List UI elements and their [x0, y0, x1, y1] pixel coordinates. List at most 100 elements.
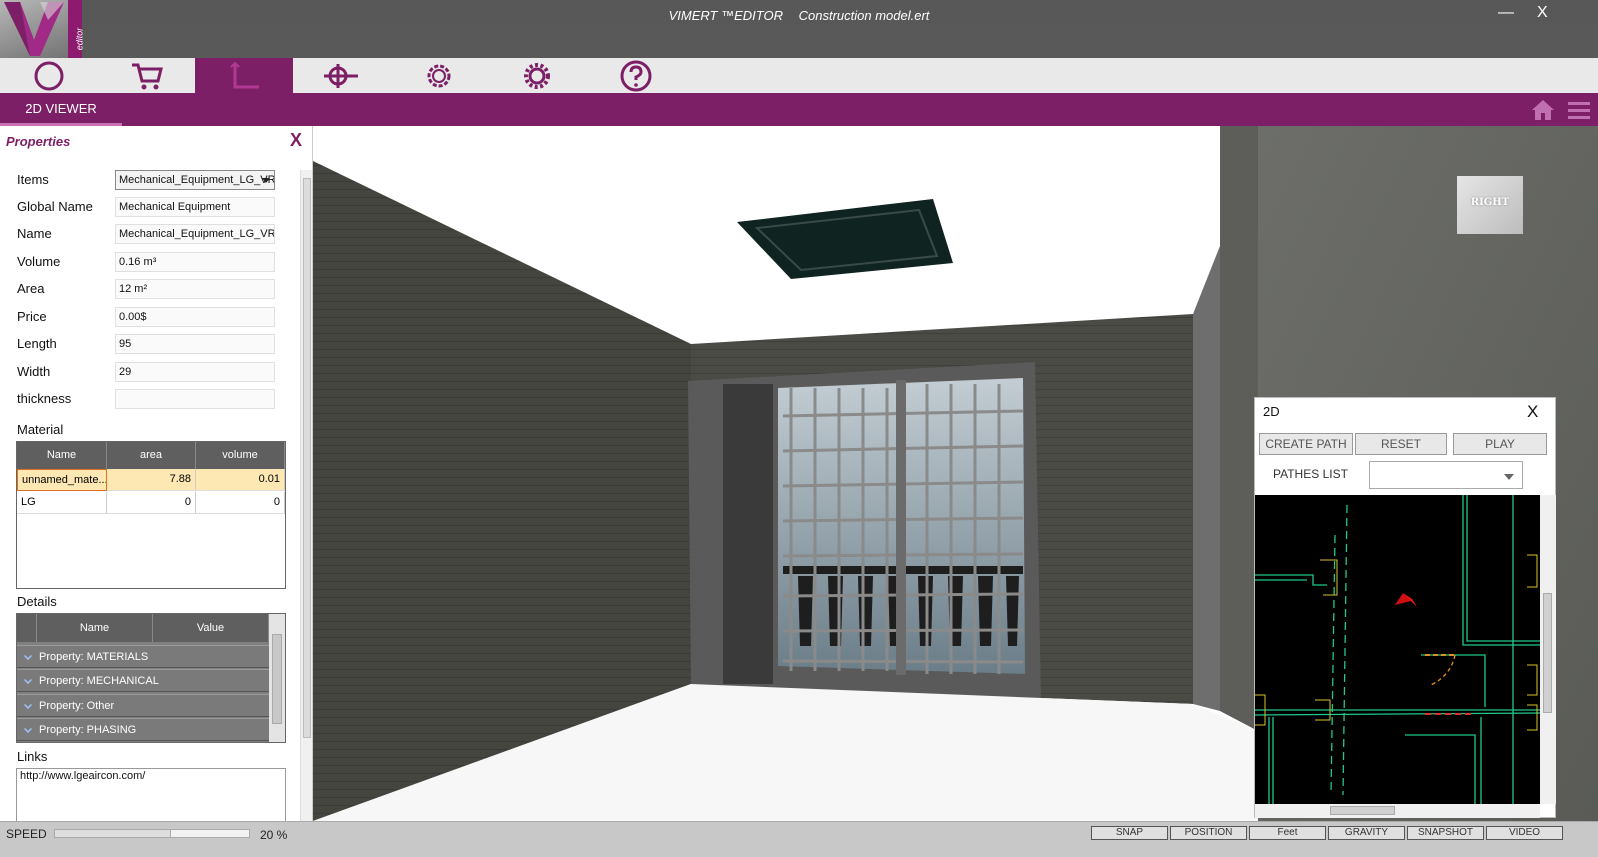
details-col-spacer [17, 614, 37, 642]
table-row[interactable]: unnamed_mate... 7.88 0.01 [17, 469, 285, 491]
floor-plan-map[interactable] [1255, 495, 1540, 804]
map-vertical-scrollbar[interactable] [1540, 495, 1556, 804]
right-wall-edge [1193, 246, 1220, 711]
details-group-label: Property: MATERIALS [39, 651, 149, 663]
app-window: VIMERT ™EDITOR Construction model.ert ― … [0, 0, 1598, 857]
gravity-toggle[interactable]: GRAVITY [1328, 826, 1405, 840]
logo-text: editor [74, 27, 85, 51]
position-toggle[interactable]: POSITION [1170, 826, 1247, 840]
properties-panel: Properties X Items Mechanical_Equipment_… [0, 126, 313, 841]
floor-plan-drawing [1255, 495, 1540, 804]
help-tool[interactable] [587, 58, 685, 93]
thickness-field[interactable] [115, 389, 275, 409]
name-field[interactable]: Mechanical_Equipment_LG_VRF [115, 224, 275, 244]
items-dropdown-value: Mechanical_Equipment_LG_VRF [119, 174, 275, 186]
list-item[interactable]: Property: PHASING [17, 718, 269, 741]
material-col-area[interactable]: area [107, 442, 196, 469]
list-item[interactable]: Property: MECHANICAL [17, 669, 269, 692]
home-circle-tool[interactable] [0, 58, 98, 93]
details-col-name[interactable]: Name [37, 614, 153, 642]
close-window-button[interactable]: X [1537, 4, 1548, 22]
material-area-cell: 0 [107, 492, 196, 514]
chevron-down-icon [24, 652, 32, 660]
properties-scrollbar[interactable] [300, 170, 312, 835]
settings-tool[interactable] [488, 58, 586, 93]
table-row[interactable]: LG 0 0 [17, 492, 285, 514]
material-col-name[interactable]: Name [17, 442, 107, 469]
width-field[interactable]: 29 [115, 362, 275, 382]
reset-button[interactable]: RESET [1355, 433, 1447, 455]
volume-field[interactable]: 0.16 m³ [115, 252, 275, 272]
2d-panel-title: 2D [1263, 404, 1280, 419]
details-scrollbar[interactable] [269, 614, 285, 742]
list-item[interactable]: Property: MATERIALS [17, 645, 269, 668]
video-button[interactable]: VIDEO [1486, 826, 1563, 840]
prop-area-row: Area 12 m² [17, 279, 279, 299]
dimensions-tool[interactable] [195, 58, 293, 93]
properties-close-button[interactable]: X [290, 130, 302, 151]
details-group-label: Property: MECHANICAL [39, 675, 159, 687]
list-item[interactable]: Property: Other [17, 694, 269, 717]
details-label: Details [17, 594, 57, 609]
scroll-thumb[interactable] [1330, 806, 1395, 815]
cart-tool[interactable] [98, 58, 196, 93]
details-col-value[interactable]: Value [153, 614, 269, 642]
links-label: Links [17, 749, 48, 764]
cart-icon [132, 63, 163, 89]
speed-value: 20 % [260, 828, 288, 842]
scroll-thumb[interactable] [272, 634, 282, 724]
map-horizontal-scrollbar[interactable] [1255, 804, 1540, 818]
prop-length-row: Length 95 [17, 334, 279, 354]
items-dropdown[interactable]: Mechanical_Equipment_LG_VRF [115, 170, 275, 190]
axis-dimensions-icon [230, 61, 259, 88]
prop-width-row: Width 29 [17, 362, 279, 382]
details-group-label: Property: Other [39, 700, 115, 712]
units-toggle[interactable]: Feet [1249, 826, 1326, 840]
2d-panel-close-button[interactable]: X [1527, 402, 1538, 422]
tab-2d-viewer[interactable]: 2D VIEWER [0, 93, 122, 126]
file-name: Construction model.ert [798, 8, 930, 23]
play-button[interactable]: PLAY [1453, 433, 1547, 455]
price-field[interactable]: 0.00$ [115, 307, 275, 327]
length-field[interactable]: 95 [115, 334, 275, 354]
material-volume-cell: 0.01 [196, 469, 285, 491]
pathes-list-dropdown[interactable] [1369, 461, 1523, 489]
view-cube[interactable]: RIGHT [1457, 176, 1523, 234]
prop-price-row: Price 0.00$ [17, 307, 279, 327]
snapshot-button[interactable]: SNAPSHOT [1407, 826, 1484, 840]
hamburger-menu-icon[interactable] [1568, 101, 1590, 119]
chevron-down-icon [24, 701, 32, 709]
target-tool[interactable] [292, 58, 390, 93]
prop-label: Items [17, 172, 49, 187]
create-path-button[interactable]: CREATE PATH [1259, 433, 1353, 455]
gear-icon [524, 62, 550, 89]
home-icon[interactable] [1531, 99, 1555, 121]
material-volume-cell: 0 [196, 492, 285, 514]
properties-title: Properties [6, 134, 71, 149]
view-tab-bar: 2D VIEWER [0, 93, 1598, 126]
prop-name-row: Name Mechanical_Equipment_LG_VRF [17, 224, 279, 244]
snap-toggle[interactable]: SNAP [1091, 826, 1168, 840]
status-bar: SPEED 20 % SNAP POSITION Feet GRAVITY SN… [0, 821, 1598, 857]
prop-volume-row: Volume 0.16 m³ [17, 252, 279, 272]
material-col-volume[interactable]: volume [196, 442, 285, 469]
minimize-button[interactable]: ― [1498, 4, 1514, 22]
menu-strip [0, 30, 1598, 58]
settings-outline-tool[interactable] [390, 58, 488, 93]
details-group-label: Property: PHASING [39, 724, 137, 736]
speed-slider[interactable] [54, 829, 250, 838]
scroll-thumb[interactable] [1543, 593, 1552, 713]
material-area-cell: 7.88 [107, 469, 196, 491]
scroll-thumb[interactable] [303, 178, 311, 738]
prop-label: thickness [17, 391, 72, 406]
global-name-field[interactable]: Mechanical Equipment [115, 197, 275, 217]
help-icon [620, 60, 652, 91]
chevron-down-icon [24, 725, 32, 733]
app-name: VIMERT ™EDITOR [668, 8, 783, 23]
area-field[interactable]: 12 m² [115, 279, 275, 299]
2d-map-panel: 2D X CREATE PATH RESET PLAY PATHES LIST [1254, 397, 1556, 818]
crosshair-icon [324, 63, 358, 88]
right-column-side [1220, 126, 1258, 731]
pathes-list-label: PATHES LIST [1273, 467, 1348, 481]
gear-outline-icon [427, 64, 451, 87]
